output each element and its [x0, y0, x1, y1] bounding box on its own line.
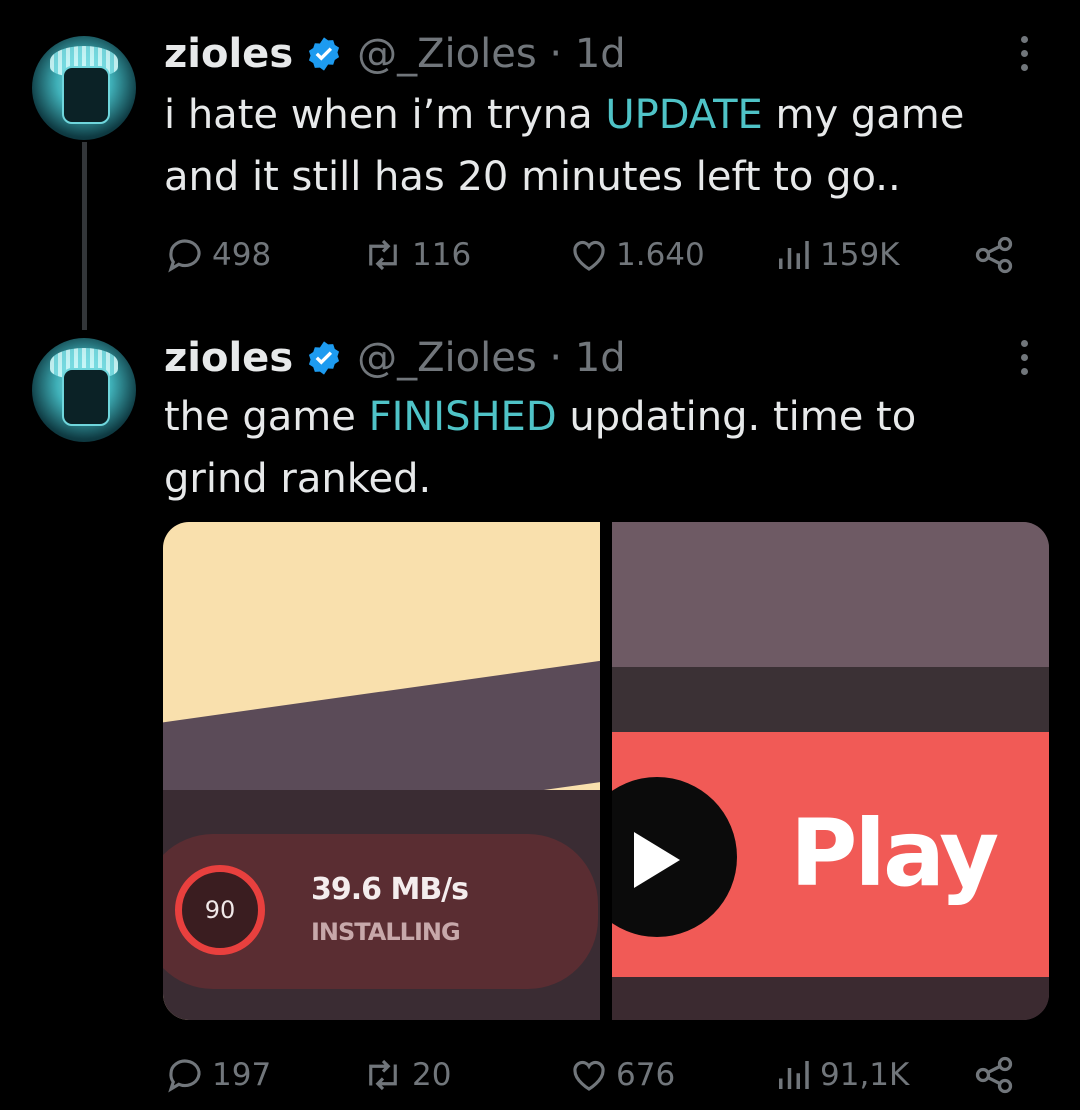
progress-ring-icon: 90: [175, 865, 265, 955]
repost-button[interactable]: 20: [360, 1050, 451, 1100]
share-icon: [975, 236, 1013, 274]
display-name[interactable]: zioles: [164, 335, 293, 381]
verified-badge-icon: [309, 341, 340, 375]
display-name[interactable]: zioles: [164, 31, 293, 77]
like-button[interactable]: 1.640: [568, 230, 705, 280]
reply-icon: [168, 1059, 201, 1093]
avatar-face: [62, 66, 110, 124]
like-icon: [573, 240, 605, 271]
views-icon: [779, 1061, 809, 1089]
action-bar: 197 20 676 91,1K: [164, 1050, 1024, 1100]
views-button[interactable]: 91,1K: [772, 1050, 909, 1100]
like-count: 676: [616, 1057, 676, 1093]
media-image-installing[interactable]: 90 39.6 MB/s INSTALLING: [163, 522, 600, 1020]
image-band: [612, 667, 1049, 732]
verified-badge-icon: [309, 37, 340, 71]
reply-count: 197: [212, 1057, 272, 1093]
image-band: [612, 522, 1049, 672]
tweet-text-highlight: UPDATE: [605, 92, 763, 138]
tweet-text-part: i hate when i’m tryna: [164, 92, 606, 138]
more-icon[interactable]: [1018, 36, 1030, 71]
install-status: INSTALLING: [311, 918, 461, 946]
like-count: 1.640: [616, 237, 705, 273]
reply-button[interactable]: 197: [164, 1050, 271, 1100]
views-icon: [779, 241, 809, 269]
tweet-header: zioles @_Zioles · 1d: [164, 26, 626, 82]
like-button[interactable]: 676: [568, 1050, 675, 1100]
tweet-text: i hate when i’m tryna UPDATE my game and…: [164, 84, 1024, 208]
avatar[interactable]: [32, 36, 136, 140]
share-button[interactable]: [972, 1050, 1022, 1100]
play-icon: [634, 832, 680, 888]
progress-value: 90: [204, 896, 236, 924]
share-icon: [975, 1056, 1013, 1094]
tweet-header: zioles @_Zioles · 1d: [164, 330, 626, 386]
share-button[interactable]: [972, 230, 1022, 280]
handle-and-time[interactable]: @_Zioles · 1d: [357, 335, 626, 381]
reply-button[interactable]: 498: [164, 230, 271, 280]
play-label: Play: [790, 800, 999, 907]
tweet-text: the game FINISHED updating. time to grin…: [164, 386, 1024, 510]
handle-and-time[interactable]: @_Zioles · 1d: [357, 31, 626, 77]
media-image-play[interactable]: Play: [612, 522, 1049, 1020]
repost-icon: [369, 1059, 397, 1091]
views-count: 159K: [820, 237, 900, 273]
more-icon[interactable]: [1018, 340, 1030, 375]
repost-button[interactable]: 116: [360, 230, 471, 280]
views-button[interactable]: 159K: [772, 230, 900, 280]
tweet-text-highlight: FINISHED: [368, 394, 557, 440]
reply-count: 498: [212, 237, 272, 273]
tweet-text-part: the game: [164, 394, 369, 440]
like-icon: [573, 1060, 605, 1091]
avatar[interactable]: [32, 338, 136, 442]
avatar-face: [62, 368, 110, 426]
views-count: 91,1K: [820, 1057, 910, 1093]
repost-icon: [369, 239, 397, 271]
media-grid[interactable]: 90 39.6 MB/s INSTALLING Play: [163, 522, 1049, 1020]
thread-connector: [82, 142, 87, 330]
reply-icon: [168, 239, 201, 273]
download-speed: 39.6 MB/s: [311, 872, 469, 907]
image-band: [612, 977, 1049, 1020]
repost-count: 20: [412, 1057, 452, 1093]
action-bar: 498 116 1.640 159K: [164, 230, 1024, 280]
repost-count: 116: [412, 237, 472, 273]
